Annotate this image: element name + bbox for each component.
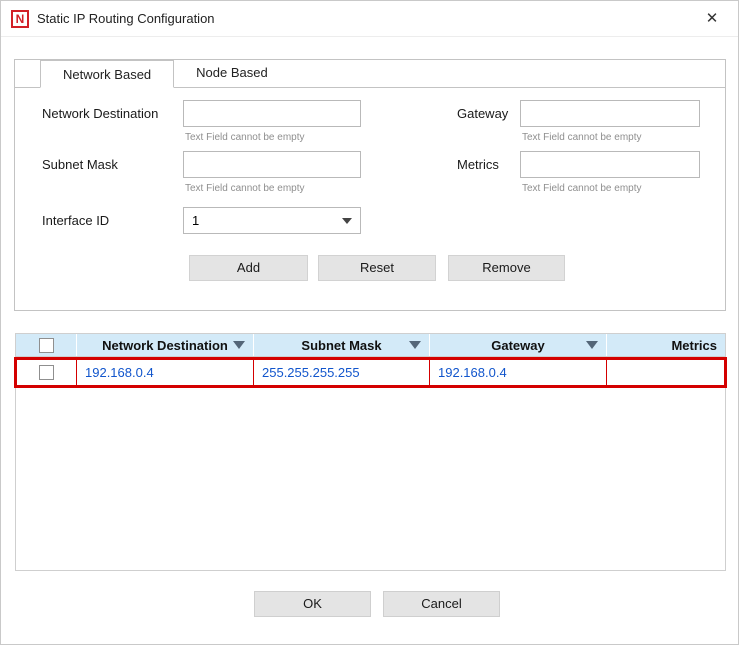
dialog-window: N Static IP Routing Configuration ✕ Netw…: [0, 0, 739, 645]
close-button[interactable]: ✕: [700, 7, 724, 31]
cell-gateway: 192.168.0.4: [430, 359, 607, 386]
metrics-hint: Text Field cannot be empty: [522, 183, 642, 194]
form-panel: Network Based Node Based Network Destina…: [14, 59, 726, 311]
select-all-checkbox[interactable]: [38, 337, 54, 353]
filter-icon[interactable]: [586, 341, 598, 349]
gateway-label: Gateway: [457, 106, 509, 121]
app-logo-icon: N: [11, 9, 29, 28]
header-metrics[interactable]: Metrics: [607, 334, 725, 356]
filter-icon[interactable]: [233, 341, 245, 349]
tab-network-based[interactable]: Network Based: [40, 60, 175, 88]
remove-button[interactable]: Remove: [448, 255, 565, 281]
subnet-mask-label: Subnet Mask: [42, 157, 118, 172]
window-title: Static IP Routing Configuration: [37, 11, 215, 26]
interface-id-value: 1: [192, 213, 200, 228]
add-button[interactable]: Add: [189, 255, 308, 281]
network-destination-label: Network Destination: [42, 106, 159, 121]
header-subnet-mask[interactable]: Subnet Mask: [254, 334, 430, 356]
network-destination-hint: Text Field cannot be empty: [185, 132, 305, 143]
titlebar: N Static IP Routing Configuration ✕: [1, 1, 738, 37]
subnet-mask-input[interactable]: [183, 151, 361, 178]
ok-button[interactable]: OK: [254, 591, 371, 617]
header-checkbox-cell: [16, 334, 77, 356]
network-destination-input[interactable]: [183, 100, 361, 127]
chevron-down-icon: [342, 217, 352, 224]
cancel-button[interactable]: Cancel: [383, 591, 500, 617]
reset-button[interactable]: Reset: [318, 255, 436, 281]
filter-icon[interactable]: [409, 341, 421, 349]
row-checkbox[interactable]: [38, 365, 54, 380]
routes-table: Network Destination Subnet Mask Gateway …: [14, 333, 727, 571]
subnet-mask-hint: Text Field cannot be empty: [185, 183, 305, 194]
header-gateway[interactable]: Gateway: [430, 334, 607, 356]
gateway-input[interactable]: [520, 100, 700, 127]
interface-id-label: Interface ID: [42, 213, 110, 228]
gateway-hint: Text Field cannot be empty: [522, 132, 642, 143]
table-row[interactable]: 192.168.0.4 255.255.255.255 192.168.0.4: [14, 357, 727, 388]
header-network-destination[interactable]: Network Destination: [77, 334, 254, 356]
table-header-row: Network Destination Subnet Mask Gateway …: [16, 334, 725, 357]
metrics-input[interactable]: [520, 151, 700, 178]
interface-id-dropdown[interactable]: 1: [183, 207, 361, 234]
metrics-label: Metrics: [457, 157, 499, 172]
cell-network-destination: 192.168.0.4: [77, 359, 254, 386]
row-checkbox-cell: [16, 359, 77, 386]
tabstrip: Network Based Node Based: [15, 60, 725, 88]
tab-node-based[interactable]: Node Based: [174, 59, 290, 87]
cell-metrics: [607, 359, 725, 386]
cell-subnet-mask: 255.255.255.255: [254, 359, 430, 386]
